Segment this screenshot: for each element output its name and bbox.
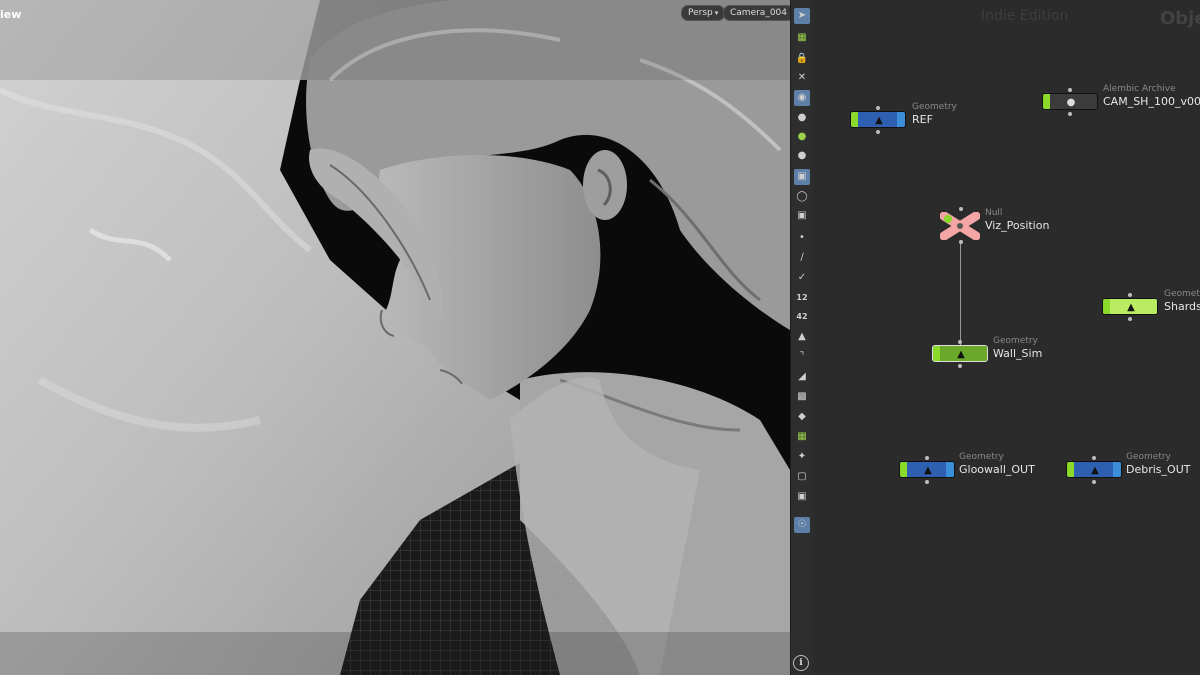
corner-icon[interactable]: ⌝: [794, 349, 810, 365]
input-connector[interactable]: [925, 456, 929, 460]
node-name[interactable]: Shards: [1164, 300, 1200, 313]
camera-menu-button[interactable]: Camera_004: [723, 5, 790, 21]
geometry-icon: ▲: [924, 464, 932, 476]
camera-lock-icon[interactable]: ☉: [794, 517, 810, 533]
alembic-icon: ●: [1066, 96, 1076, 108]
node-type: Alembic Archive: [1103, 84, 1176, 94]
character-ear: [583, 150, 627, 220]
output-connector[interactable]: [1068, 112, 1072, 116]
geometry-icon: ▲: [1127, 301, 1135, 313]
display-icon[interactable]: ▣: [794, 169, 810, 185]
node-name[interactable]: REF: [912, 113, 933, 126]
scene-viewport[interactable]: iew Persp ▾ Camera_004: [0, 0, 790, 675]
node-type: Geometry: [1164, 289, 1200, 299]
node-body[interactable]: ●: [1042, 93, 1098, 110]
checker-icon[interactable]: ▩: [794, 389, 810, 405]
info-icon[interactable]: i: [793, 655, 809, 671]
network-editor[interactable]: Indie Edition Obje ▲ Geometry REF ● Alem…: [813, 0, 1200, 675]
output-connector[interactable]: [876, 130, 880, 134]
node-body[interactable]: ▲: [899, 461, 955, 478]
geometry-icon: ▲: [875, 114, 883, 126]
node-body[interactable]: ▲: [1102, 298, 1158, 315]
node-type: Geometry: [993, 336, 1038, 346]
output-connector[interactable]: [959, 240, 963, 244]
point-icon[interactable]: •: [794, 230, 810, 246]
count-12-label: 12: [796, 293, 808, 302]
output-connector[interactable]: [1092, 480, 1096, 484]
diamond-icon[interactable]: ◆: [794, 409, 810, 425]
null-icon[interactable]: [940, 212, 980, 240]
grid-icon[interactable]: ▦: [794, 429, 810, 445]
output-connector[interactable]: [925, 480, 929, 484]
input-connector[interactable]: [1068, 88, 1072, 92]
frame-icon[interactable]: ▢: [794, 469, 810, 485]
viewport-render[interactable]: [0, 0, 790, 675]
perspective-menu-button[interactable]: Persp ▾: [681, 5, 726, 21]
count-12-icon[interactable]: 12: [794, 290, 810, 306]
node-body[interactable]: ▲: [1066, 461, 1122, 478]
select-icon[interactable]: ➤: [794, 8, 810, 24]
triangle-icon[interactable]: ◢: [794, 369, 810, 385]
camera-view-icon[interactable]: ▣: [794, 208, 810, 224]
count-42-label: 42: [796, 312, 808, 321]
node-name[interactable]: Gloowall_OUT: [959, 463, 1035, 476]
node-name[interactable]: Viz_Position: [985, 219, 1049, 232]
viewport-header-band: [0, 0, 790, 80]
node-body[interactable]: ▲: [932, 345, 988, 362]
context-watermark: Obje: [1160, 8, 1200, 29]
view-icon[interactable]: ▦: [794, 30, 810, 46]
input-connector[interactable]: [958, 340, 962, 344]
node-name[interactable]: CAM_SH_100_v004: [1103, 95, 1200, 108]
chevron-down-icon: ▾: [714, 9, 719, 17]
camera-icon[interactable]: ●: [794, 148, 810, 164]
output-connector[interactable]: [958, 364, 962, 368]
input-connector[interactable]: [1128, 293, 1132, 297]
close-icon[interactable]: ✕: [794, 70, 810, 86]
input-connector[interactable]: [876, 106, 880, 110]
node-type: Null: [985, 208, 1003, 218]
node-body[interactable]: ▲: [850, 111, 906, 128]
pen-icon[interactable]: ✓: [794, 270, 810, 286]
axis-icon[interactable]: ✦: [794, 449, 810, 465]
shape-icon[interactable]: ▲: [794, 329, 810, 345]
viewport-title: iew: [0, 8, 22, 21]
node-name[interactable]: Debris_OUT: [1126, 463, 1190, 476]
light-green-icon[interactable]: ●: [794, 129, 810, 145]
output-connector[interactable]: [1128, 317, 1132, 321]
input-connector[interactable]: [959, 207, 963, 211]
viewport-footer-band: [0, 632, 790, 675]
node-wire: [960, 240, 961, 345]
count-42-icon[interactable]: 42: [794, 309, 810, 325]
geometry-icon: ▲: [1091, 464, 1099, 476]
node-type: Geometry: [912, 102, 957, 112]
lock-icon[interactable]: 🔒: [794, 51, 810, 67]
light-icon[interactable]: ●: [794, 110, 810, 126]
node-name[interactable]: Wall_Sim: [993, 347, 1042, 360]
snap-icon[interactable]: ◉: [794, 90, 810, 106]
node-type: Geometry: [959, 452, 1004, 462]
geometry-icon: ▲: [957, 348, 965, 360]
eye-icon[interactable]: ◯: [794, 189, 810, 205]
perspective-label: Persp: [688, 8, 713, 18]
brush-icon[interactable]: ∕: [794, 250, 810, 266]
camera-label: Camera_004: [730, 8, 787, 18]
input-connector[interactable]: [1092, 456, 1096, 460]
node-type: Geometry: [1126, 452, 1171, 462]
render-icon[interactable]: ▣: [794, 489, 810, 505]
edition-watermark: Indie Edition: [981, 8, 1069, 24]
viewport-toolbar: ➤ ▦ 🔒 ✕ ◉ ● ● ● ▣ ◯ ▣ • ∕ ✓ 12 42 ▲ ⌝ ◢ …: [790, 0, 814, 675]
